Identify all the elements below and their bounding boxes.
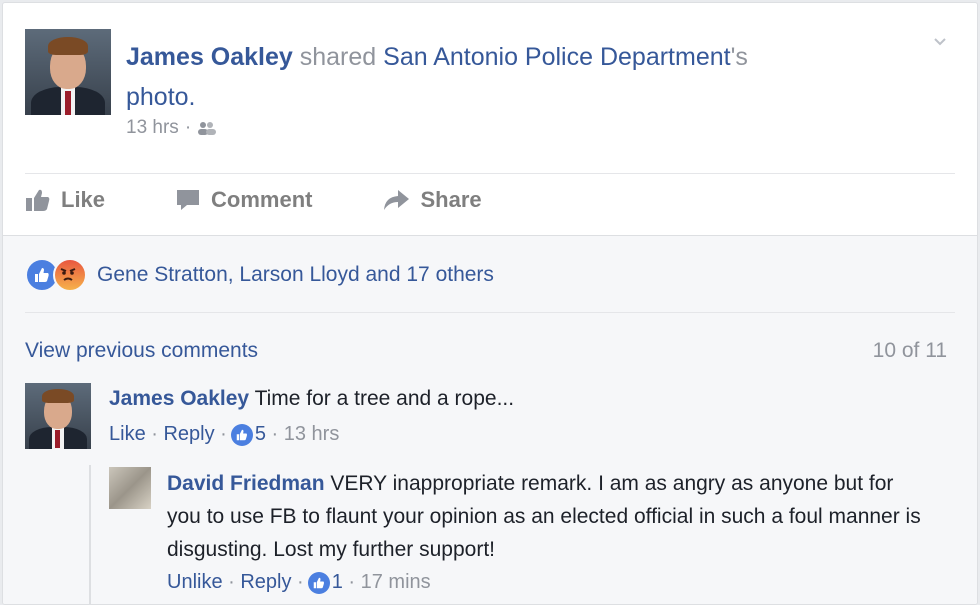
reply-timestamp[interactable]: 17 mins [361, 571, 431, 594]
shared-source-link[interactable]: San Antonio Police Department [383, 43, 730, 71]
friends-audience-icon[interactable] [197, 121, 217, 135]
action-bar: Like Comment Share [25, 187, 552, 213]
thumbs-up-icon [26, 189, 50, 211]
comment-like-link[interactable]: Like [109, 423, 146, 446]
reply-meta: Unlike · Reply · 1 · 17 mins [167, 571, 431, 594]
reply-like-count[interactable]: 1 [332, 571, 343, 594]
comment-like-count[interactable]: 5 [255, 423, 266, 446]
reply-reply-link[interactable]: Reply [240, 571, 291, 594]
chevron-down-icon[interactable] [933, 35, 947, 49]
reply-thread-line [89, 465, 91, 604]
post-meta: 13 hrs · [126, 117, 217, 139]
like-count-icon [230, 423, 253, 446]
reactions-names[interactable]: Gene Stratton, Larson Lloyd and 17 other… [97, 263, 494, 287]
angry-reaction-icon [53, 258, 87, 292]
shared-verb: shared [292, 43, 384, 71]
like-button[interactable]: Like [25, 187, 105, 213]
post-card: James Oakley shared San Antonio Police D… [2, 2, 978, 605]
commenter-avatar[interactable] [25, 383, 91, 449]
reply-unlike-link[interactable]: Unlike [167, 571, 223, 594]
comment-label: Comment [211, 187, 313, 212]
comments-counter: 10 of 11 [872, 339, 947, 362]
author-avatar[interactable] [25, 29, 111, 115]
share-icon [384, 190, 410, 210]
comment-timestamp[interactable]: 13 hrs [284, 423, 340, 446]
post-author-link[interactable]: James Oakley [126, 43, 293, 71]
like-count-icon [307, 571, 330, 594]
photo-link[interactable]: photo. [126, 83, 196, 111]
post-timestamp[interactable]: 13 hrs [126, 117, 179, 139]
divider [25, 312, 955, 313]
reply-author-avatar[interactable] [109, 467, 151, 509]
share-button[interactable]: Share [382, 187, 482, 213]
comment-icon [177, 190, 200, 210]
comment-button[interactable]: Comment [175, 187, 312, 213]
reply-author-link[interactable]: David Friedman [167, 472, 325, 495]
comment-text: Time for a tree and a rope... [249, 387, 515, 410]
reply-body: David Friedman VERY inappropriate remark… [167, 467, 927, 566]
reactions-summary[interactable]: Gene Stratton, Larson Lloyd and 17 other… [25, 258, 494, 292]
comment-body: James Oakley Time for a tree and a rope.… [109, 383, 909, 415]
comment-author-link[interactable]: James Oakley [109, 387, 249, 410]
view-previous-comments-link[interactable]: View previous comments [25, 339, 258, 363]
like-label: Like [61, 187, 106, 212]
possessive: 's [730, 43, 748, 71]
meta-separator: · [184, 117, 192, 138]
share-label: Share [420, 187, 482, 212]
divider [25, 173, 955, 174]
comment-meta: Like · Reply · 5 · 13 hrs [109, 423, 340, 446]
comment-reply-link[interactable]: Reply [163, 423, 214, 446]
post-headline: James Oakley shared San Antonio Police D… [126, 37, 846, 117]
